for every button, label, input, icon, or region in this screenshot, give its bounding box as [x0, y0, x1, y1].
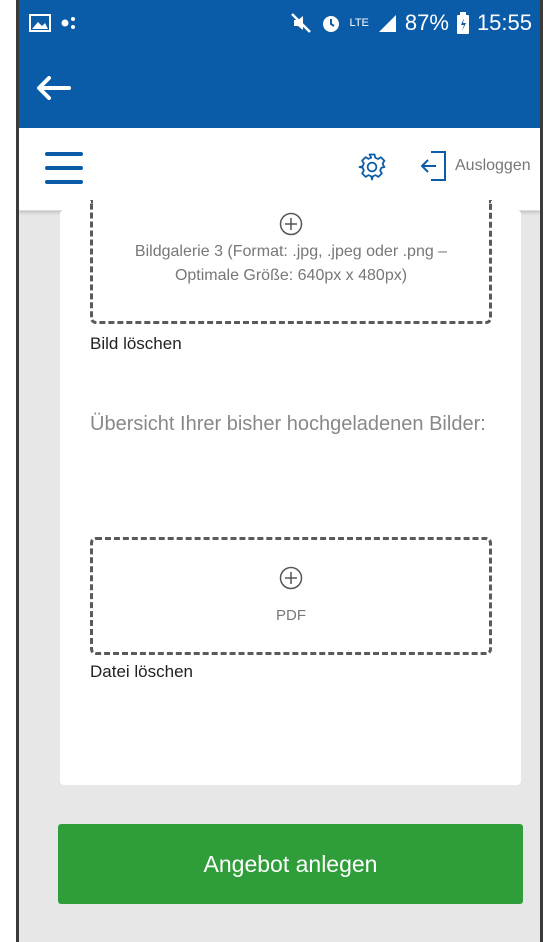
pdf-upload-dropzone[interactable]: PDF: [90, 537, 492, 655]
logout-icon: [420, 151, 446, 181]
status-bar: LTE 87% 15:55: [19, 0, 540, 48]
logout-label: Ausloggen: [455, 157, 531, 174]
mute-icon: [290, 13, 311, 33]
network-type: LTE: [349, 17, 369, 29]
battery-percent: 87%: [404, 10, 449, 35]
gallery-upload-hint: Bildgalerie 3 (Format: .jpg, .jpeg oder …: [93, 240, 489, 288]
image-icon: [29, 14, 51, 32]
gallery-upload-hint-line2: Optimale Größe: 640px x 480px): [174, 267, 408, 284]
gallery-upload-hint-line1: Bildgalerie 3 (Format: .jpg, .jpeg oder …: [134, 243, 448, 260]
clock: 15:55: [476, 10, 532, 35]
alarm-icon: [322, 16, 339, 32]
gear-icon[interactable]: [357, 152, 387, 182]
battery-icon: [456, 12, 469, 34]
create-offer-button[interactable]: Angebot anlegen: [58, 824, 523, 904]
gallery-upload-dropzone[interactable]: Bildgalerie 3 (Format: .jpg, .jpeg oder …: [90, 200, 492, 324]
pdf-upload-label: PDF: [276, 607, 306, 624]
app-bar: [19, 48, 540, 128]
form-card: Bildgalerie 3 (Format: .jpg, .jpeg oder …: [60, 200, 521, 785]
plus-circle-icon: [279, 566, 303, 590]
toolbar: Ausloggen: [19, 128, 540, 211]
signal-icon: [378, 15, 396, 32]
hamburger-menu-icon[interactable]: [45, 152, 83, 184]
notification-dots-icon: [61, 17, 75, 29]
delete-image-link[interactable]: Bild löschen: [90, 334, 182, 354]
phone-frame: LTE 87% 15:55 Ausloggen Bildgalerie 3 (F…: [16, 0, 543, 942]
logout-button[interactable]: Ausloggen: [419, 150, 531, 182]
uploaded-images-overview: Übersicht Ihrer bisher hochgeladenen Bil…: [90, 413, 486, 435]
arrow-left-icon[interactable]: [37, 76, 71, 100]
delete-file-link[interactable]: Datei löschen: [90, 662, 193, 682]
plus-circle-icon: [279, 212, 303, 236]
